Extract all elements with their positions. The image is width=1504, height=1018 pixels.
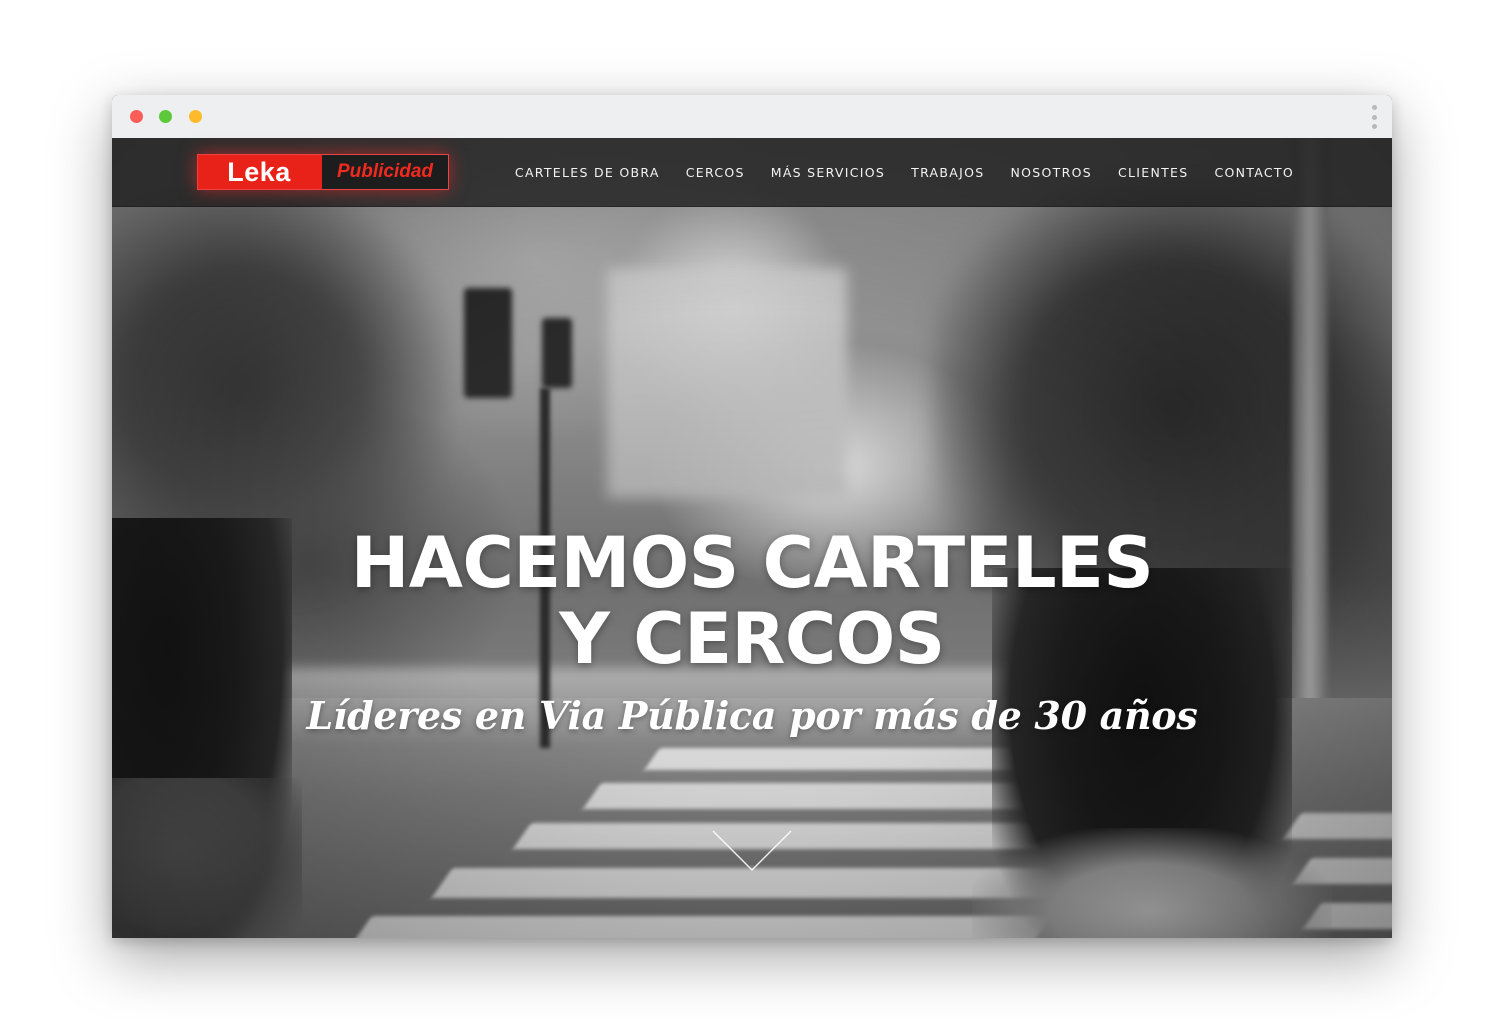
chevron-down-icon[interactable] xyxy=(712,830,792,872)
main-nav: CARTELES DE OBRA CERCOS MÁS SERVICIOS TR… xyxy=(515,138,1294,206)
close-window-button[interactable] xyxy=(130,110,143,123)
logo-leka-text: Leka xyxy=(198,155,320,189)
top-navbar: Leka Publicidad CARTELES DE OBRA CERCOS … xyxy=(112,138,1392,207)
nav-item-cercos[interactable]: CERCOS xyxy=(686,165,745,180)
brand-logo[interactable]: Leka Publicidad xyxy=(197,154,449,190)
hero-headline: HACEMOS CARTELES Y CERCOS xyxy=(112,525,1392,677)
nav-item-trabajos[interactable]: TRABAJOS xyxy=(911,165,984,180)
minimize-window-button[interactable] xyxy=(159,110,172,123)
nav-item-mas-servicios[interactable]: MÁS SERVICIOS xyxy=(771,165,885,180)
nav-item-nosotros[interactable]: NOSOTROS xyxy=(1011,165,1092,180)
page: Leka Publicidad CARTELES DE OBRA CERCOS … xyxy=(0,0,1504,1018)
hero-headline-line1: HACEMOS CARTELES xyxy=(350,522,1154,604)
nav-item-clientes[interactable]: CLIENTES xyxy=(1118,165,1189,180)
nav-item-contacto[interactable]: CONTACTO xyxy=(1214,165,1294,180)
hero-tagline: Líderes en Via Pública por más de 30 año… xyxy=(306,693,1198,738)
nav-item-carteles-de-obra[interactable]: CARTELES DE OBRA xyxy=(515,165,660,180)
window-titlebar xyxy=(112,95,1392,139)
logo-publicidad-text: Publicidad xyxy=(320,155,448,189)
kebab-menu-icon[interactable] xyxy=(1370,105,1378,129)
browser-window: Leka Publicidad CARTELES DE OBRA CERCOS … xyxy=(112,95,1392,938)
hero-headline-line2: Y CERCOS xyxy=(559,598,945,680)
maximize-window-button[interactable] xyxy=(189,110,202,123)
